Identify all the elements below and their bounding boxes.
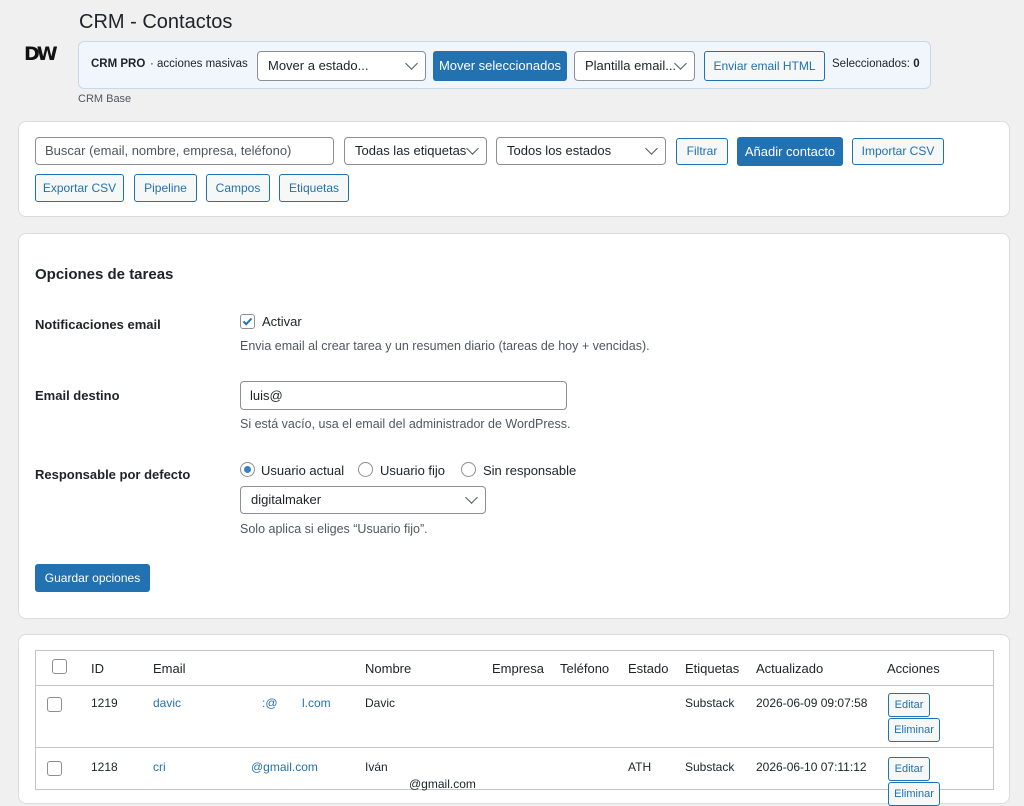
- row-divider: [35, 747, 994, 748]
- page-title: CRM - Contactos: [79, 11, 233, 33]
- table-header-divider: [35, 685, 994, 686]
- row-email-part[interactable]: l.com: [302, 696, 331, 710]
- notif-checkbox[interactable]: [240, 314, 255, 329]
- task-options-heading: Opciones de tareas: [35, 266, 174, 283]
- filters-card: [18, 121, 1010, 217]
- states-filter-value: Todos los estados: [507, 143, 612, 158]
- row-name: Iván: [365, 760, 388, 774]
- row-email-part[interactable]: :@: [262, 696, 278, 710]
- move-state-select-value: Mover a estado...: [268, 58, 369, 73]
- row-updated: 2026-06-09 09:07:58: [756, 696, 868, 710]
- radio-no-owner-label: Sin responsable: [483, 463, 577, 478]
- logo: DW: [24, 43, 58, 65]
- bulk-label: · acciones masivas: [150, 58, 248, 70]
- fixed-user-select[interactable]: digitalmaker: [240, 486, 486, 514]
- pipeline-button[interactable]: Pipeline: [134, 174, 197, 202]
- move-state-select[interactable]: Mover a estado...: [257, 51, 426, 81]
- check-icon: [242, 317, 253, 326]
- row-checkbox[interactable]: [47, 761, 62, 776]
- col-name[interactable]: Nombre: [365, 661, 411, 676]
- selected-label-text: Seleccionados:: [832, 58, 910, 70]
- row-email-part[interactable]: cri: [153, 760, 166, 774]
- notif-description: Envia email al crear tarea y un resumen …: [240, 339, 650, 353]
- row-updated: 2026-06-10 07:11:12: [756, 760, 867, 774]
- radio-fixed-user-label: Usuario fijo: [380, 463, 446, 478]
- add-contact-button[interactable]: Añadir contacto: [737, 137, 843, 166]
- filter-button[interactable]: Filtrar: [676, 138, 728, 165]
- row-id: 1219: [91, 696, 118, 710]
- row-state: ATH: [628, 760, 652, 774]
- edit-button[interactable]: Editar: [888, 757, 930, 781]
- tags-filter-value: Todas las etiquetas: [355, 143, 467, 158]
- states-filter-select[interactable]: Todos los estados: [496, 137, 666, 165]
- fields-button[interactable]: Campos: [206, 174, 270, 202]
- send-html-email-button[interactable]: Enviar email HTML: [704, 51, 825, 81]
- radio-fixed-user[interactable]: [358, 462, 373, 477]
- row-tags: Substack: [685, 760, 735, 774]
- col-state[interactable]: Estado: [628, 661, 668, 676]
- row-email-part[interactable]: @gmail.com: [251, 760, 318, 774]
- save-options-button[interactable]: Guardar opciones: [35, 564, 150, 592]
- email-template-select-value: Plantilla email...: [585, 58, 677, 73]
- col-id[interactable]: ID: [91, 661, 104, 676]
- select-all-checkbox[interactable]: [52, 659, 67, 674]
- default-owner-label: Responsable por defecto: [35, 467, 191, 482]
- radio-no-owner[interactable]: [461, 462, 476, 477]
- notif-label: Notificaciones email: [35, 317, 161, 332]
- chevron-down-icon: [465, 491, 478, 504]
- col-email[interactable]: Email: [153, 661, 186, 676]
- fixed-user-description: Solo aplica si eliges “Usuario fijo”.: [240, 522, 428, 536]
- notif-checkbox-label: Activar: [262, 314, 302, 329]
- delete-button[interactable]: Eliminar: [888, 782, 940, 806]
- email-dest-label: Email destino: [35, 388, 120, 403]
- chevron-down-icon: [405, 57, 418, 70]
- row-checkbox[interactable]: [47, 697, 62, 712]
- email-dest-description: Si está vacío, usa el email del administ…: [240, 417, 571, 431]
- search-input[interactable]: Buscar (email, nombre, empresa, teléfono…: [35, 137, 334, 165]
- row-name-secondary: @gmail.com: [409, 777, 476, 791]
- row-name: Davic: [365, 696, 396, 710]
- selected-label: Seleccionados: 0: [832, 58, 920, 70]
- email-template-select[interactable]: Plantilla email...: [574, 51, 695, 81]
- tags-filter-select[interactable]: Todas las etiquetas: [344, 137, 487, 165]
- page-subtitle: CRM Base: [78, 93, 132, 105]
- col-updated[interactable]: Actualizado: [756, 661, 823, 676]
- delete-button[interactable]: Eliminar: [888, 718, 940, 742]
- move-selected-button[interactable]: Mover seleccionados: [433, 51, 567, 81]
- chevron-down-icon: [645, 142, 658, 155]
- export-csv-button[interactable]: Exportar CSV: [35, 174, 124, 202]
- bulk-brand: CRM PRO: [91, 58, 146, 70]
- col-company[interactable]: Empresa: [492, 661, 544, 676]
- selected-count: 0: [913, 58, 920, 70]
- radio-current-user[interactable]: [240, 462, 255, 477]
- radio-current-user-label: Usuario actual: [261, 463, 345, 478]
- row-tags: Substack: [685, 696, 735, 710]
- col-actions: Acciones: [887, 661, 940, 676]
- row-email-part[interactable]: davic: [153, 696, 181, 710]
- row-id: 1218: [91, 760, 118, 774]
- tags-button[interactable]: Etiquetas: [279, 174, 349, 202]
- email-dest-input[interactable]: luis@: [240, 381, 567, 410]
- col-phone[interactable]: Teléfono: [560, 661, 609, 676]
- chevron-down-icon: [466, 142, 479, 155]
- fixed-user-value: digitalmaker: [251, 492, 322, 507]
- col-tags[interactable]: Etiquetas: [685, 661, 739, 676]
- import-csv-button[interactable]: Importar CSV: [852, 138, 944, 165]
- edit-button[interactable]: Editar: [888, 693, 930, 717]
